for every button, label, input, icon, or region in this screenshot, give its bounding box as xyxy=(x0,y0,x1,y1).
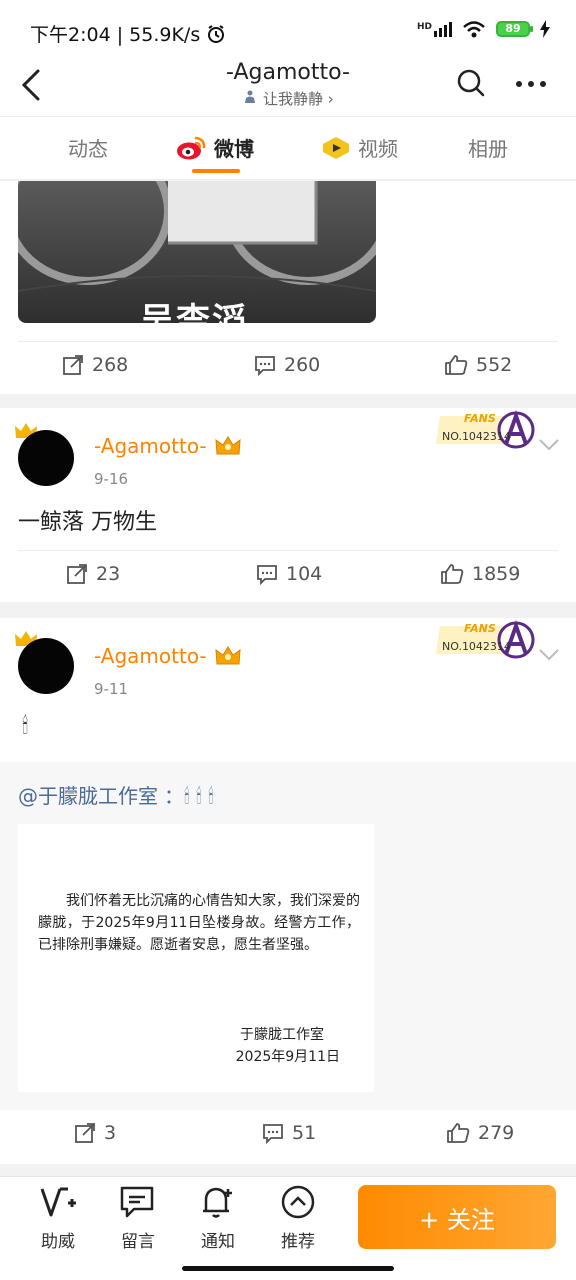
repost-button[interactable]: 3 xyxy=(74,1122,116,1144)
status-time: 下午2:04 | 55.9K/s xyxy=(30,20,226,47)
post-text: 一鲸落 万物生 xyxy=(18,510,157,535)
like-button[interactable]: 1859 xyxy=(440,563,520,585)
comment-icon xyxy=(263,1124,283,1144)
recommend-button[interactable]: 推荐 xyxy=(268,1185,328,1252)
vip-crown-icon xyxy=(215,436,241,455)
repost-button[interactable]: 268 xyxy=(62,354,128,376)
profile-status[interactable]: 让我静静 › xyxy=(0,88,576,109)
comment-icon xyxy=(257,565,277,585)
vip-crown-icon xyxy=(215,646,241,665)
tab-dynamic[interactable]: 动态 xyxy=(68,133,108,162)
repost-button[interactable]: 23 xyxy=(66,563,120,585)
meditation-icon xyxy=(245,90,256,103)
bottom-action-bar: 助威 留言 通知 推荐 + 关注 xyxy=(0,1176,576,1280)
profile-tabs: 动态 微博 视频 相册 xyxy=(0,116,576,180)
like-button[interactable]: 279 xyxy=(446,1122,514,1144)
follow-button[interactable]: + 关注 xyxy=(358,1185,556,1249)
status-bar: 下午2:04 | 55.9K/s HD 89 xyxy=(0,0,576,58)
comment-button[interactable]: 260 xyxy=(254,354,320,376)
like-button[interactable]: 552 xyxy=(444,354,512,376)
tab-weibo[interactable]: 微博 xyxy=(176,133,254,162)
home-indicator[interactable] xyxy=(182,1266,394,1271)
chevron-down-icon[interactable] xyxy=(538,648,560,662)
thumbs-up-icon xyxy=(441,564,464,584)
notice-signature-date: 2025年9月11日 xyxy=(235,1049,340,1065)
post-card: 吴柰滔 268 260 552 xyxy=(0,181,576,394)
image-caption: 吴柰滔 xyxy=(140,301,248,323)
charging-icon xyxy=(540,20,550,38)
username[interactable]: -Agamotto- xyxy=(94,434,207,458)
fans-badge[interactable]: FANS NO.1042314 xyxy=(436,410,538,450)
battery-icon: 89 xyxy=(496,21,533,37)
more-icon[interactable] xyxy=(514,72,548,96)
repost-icon xyxy=(75,1123,95,1143)
signal-icon: HD xyxy=(417,21,452,37)
thumbs-up-icon xyxy=(447,1123,470,1143)
page-title: -Agamotto- xyxy=(226,60,350,85)
message-button[interactable]: 留言 xyxy=(108,1185,168,1252)
notice-image[interactable]: 我们怀着无比沉痛的心情告知大家，我们深爱的朦胧，于2025年9月11日坠楼身故。… xyxy=(18,824,374,1092)
comment-button[interactable]: 104 xyxy=(256,563,322,585)
mention-suffix: ：🕯 🕯 🕯 xyxy=(164,784,214,808)
mention-link[interactable]: @于朦胧工作室 xyxy=(18,780,158,809)
profile-header: -Agamotto- 让我静静 › xyxy=(0,58,576,116)
message-icon xyxy=(120,1186,154,1218)
repost-icon xyxy=(63,355,83,375)
bell-plus-icon xyxy=(203,1187,232,1218)
video-icon xyxy=(323,136,349,159)
chevron-down-icon[interactable] xyxy=(538,438,560,452)
repost-mention: @于朦胧工作室 ：🕯 🕯 🕯 xyxy=(18,780,214,809)
tab-album[interactable]: 相册 xyxy=(468,133,508,162)
post-date: 9-11 xyxy=(94,680,129,698)
wifi-icon xyxy=(463,21,485,38)
username[interactable]: -Agamotto- xyxy=(94,644,207,668)
notice-signature-org: 于朦胧工作室 xyxy=(240,1027,324,1043)
post-text: 🕯 xyxy=(22,714,29,739)
comment-icon xyxy=(255,356,275,376)
post-actions-container: 3 51 279 xyxy=(0,1110,576,1164)
notice-body: 我们怀着无比沉痛的心情告知大家，我们深爱的朦胧，于2025年9月11日坠楼身故。… xyxy=(38,893,360,953)
post-actions: 268 260 552 xyxy=(18,341,558,393)
active-tab-indicator xyxy=(192,169,240,173)
post-actions: 23 104 1859 xyxy=(18,550,558,602)
alarm-icon xyxy=(208,25,225,43)
tab-video[interactable]: 视频 xyxy=(322,133,398,162)
post-date: 9-16 xyxy=(94,470,129,488)
avatar[interactable] xyxy=(18,638,74,694)
fans-badge[interactable]: FANS NO.1042314 xyxy=(436,620,538,660)
recommend-icon xyxy=(281,1185,315,1219)
repost-icon xyxy=(67,564,87,584)
notify-button[interactable]: 通知 xyxy=(188,1185,248,1252)
cheer-icon xyxy=(40,1187,76,1217)
reposted-content[interactable]: @于朦胧工作室 ：🕯 🕯 🕯 我们怀着无比沉痛的心情告知大家，我们深爱的朦胧，于… xyxy=(0,762,576,1110)
post-card: -Agamotto- 9-16 FANS NO.1042314 一鲸落 万物生 … xyxy=(0,408,576,602)
cheer-button[interactable]: 助威 xyxy=(28,1185,88,1252)
weibo-logo-icon xyxy=(177,136,206,159)
thumbs-up-icon xyxy=(445,355,468,375)
avatar[interactable] xyxy=(18,430,74,486)
search-icon[interactable] xyxy=(456,68,486,98)
post-image[interactable]: 吴柰滔 xyxy=(18,181,376,323)
comment-button[interactable]: 51 xyxy=(262,1122,316,1144)
post-actions: 3 51 279 xyxy=(18,1110,558,1162)
